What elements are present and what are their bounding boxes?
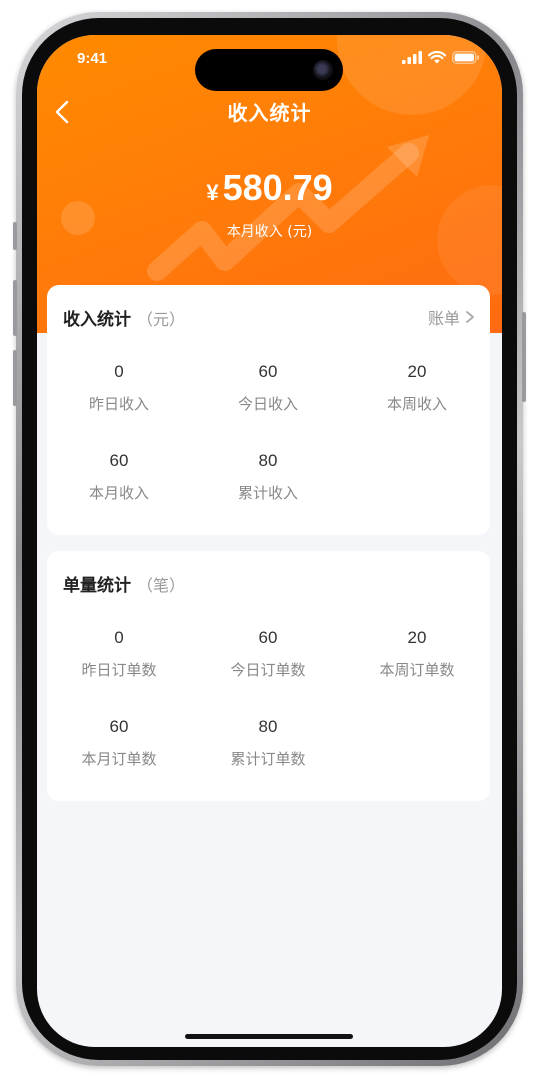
stat-label: 本周订单数	[379, 661, 455, 679]
stat-label: 昨日收入	[88, 395, 149, 413]
stat-value: 0	[114, 362, 124, 381]
amount-value: 580.79	[222, 167, 333, 208]
stat-value: 60	[258, 362, 278, 381]
stat-item: 60 今日订单数	[198, 627, 338, 680]
month-income-amount: ¥580.79	[37, 167, 502, 209]
stat-value: 60	[258, 628, 278, 647]
order-stats-card: 单量统计 （笔） 0 昨日订单数 60 今日订单数 20 本周订单数 60 本月…	[47, 551, 490, 801]
stat-item: 0 昨日收入	[49, 361, 189, 414]
stat-value: 0	[114, 628, 124, 647]
front-camera-icon	[313, 60, 333, 80]
power-button	[522, 312, 526, 402]
chevron-right-icon	[466, 311, 474, 323]
status-bar: 9:41	[37, 35, 502, 91]
card-title: 单量统计	[63, 576, 131, 596]
silent-switch	[13, 222, 17, 250]
stat-item: 80 累计收入	[198, 450, 338, 503]
bill-link[interactable]: 账单	[428, 305, 476, 329]
card-header: 收入统计 （元）	[63, 305, 185, 330]
stat-value: 80	[258, 451, 278, 470]
amount-caption: 本月收入 (元)	[226, 224, 313, 240]
volume-down-button	[13, 350, 17, 406]
battery-icon	[452, 51, 479, 64]
signal-icon	[402, 51, 422, 64]
stat-label: 本月收入	[88, 484, 149, 502]
stat-value: 20	[407, 628, 427, 647]
stat-value: 60	[109, 451, 129, 470]
card-unit: （笔）	[137, 576, 186, 595]
stat-label: 累计订单数	[230, 750, 306, 768]
stat-item: 0 昨日订单数	[49, 627, 189, 680]
stat-value: 60	[109, 717, 129, 736]
status-icons	[402, 51, 480, 64]
stat-item: 80 累计订单数	[198, 716, 338, 769]
stat-label: 今日收入	[237, 395, 298, 413]
stat-value: 80	[258, 717, 278, 736]
stat-label: 本周收入	[386, 395, 447, 413]
card-unit: （元）	[137, 310, 186, 329]
bill-link-label: 账单	[427, 309, 460, 328]
wifi-icon	[428, 51, 446, 64]
volume-up-button	[13, 280, 17, 336]
stat-item: 20 本周订单数	[347, 627, 487, 680]
stat-value: 20	[407, 362, 427, 381]
stat-item: 60 今日收入	[198, 361, 338, 414]
currency-symbol: ¥	[206, 180, 219, 205]
stat-item: 60 本月订单数	[49, 716, 189, 769]
stat-label: 昨日订单数	[81, 661, 157, 679]
home-indicator[interactable]	[185, 1034, 353, 1039]
dynamic-island	[195, 49, 343, 91]
status-time: 9:41	[77, 50, 108, 67]
stat-item: 60 本月收入	[49, 450, 189, 503]
stat-label: 本月订单数	[81, 750, 157, 768]
stat-label: 累计收入	[237, 484, 298, 502]
page-title: 收入统计	[227, 101, 312, 125]
stat-item: 20 本周收入	[347, 361, 487, 414]
app-screen: 9:41 收入统计 ¥ 580.79 本月收入 (元) 收入统计 （元） 账单 …	[37, 35, 502, 1047]
income-stats-card: 收入统计 （元） 账单 0 昨日收入 60 今日收入 20 本周收入 60 本月…	[47, 285, 490, 535]
stat-label: 今日订单数	[230, 661, 306, 679]
card-header: 单量统计 （笔）	[63, 571, 185, 596]
card-title: 收入统计	[63, 310, 131, 330]
